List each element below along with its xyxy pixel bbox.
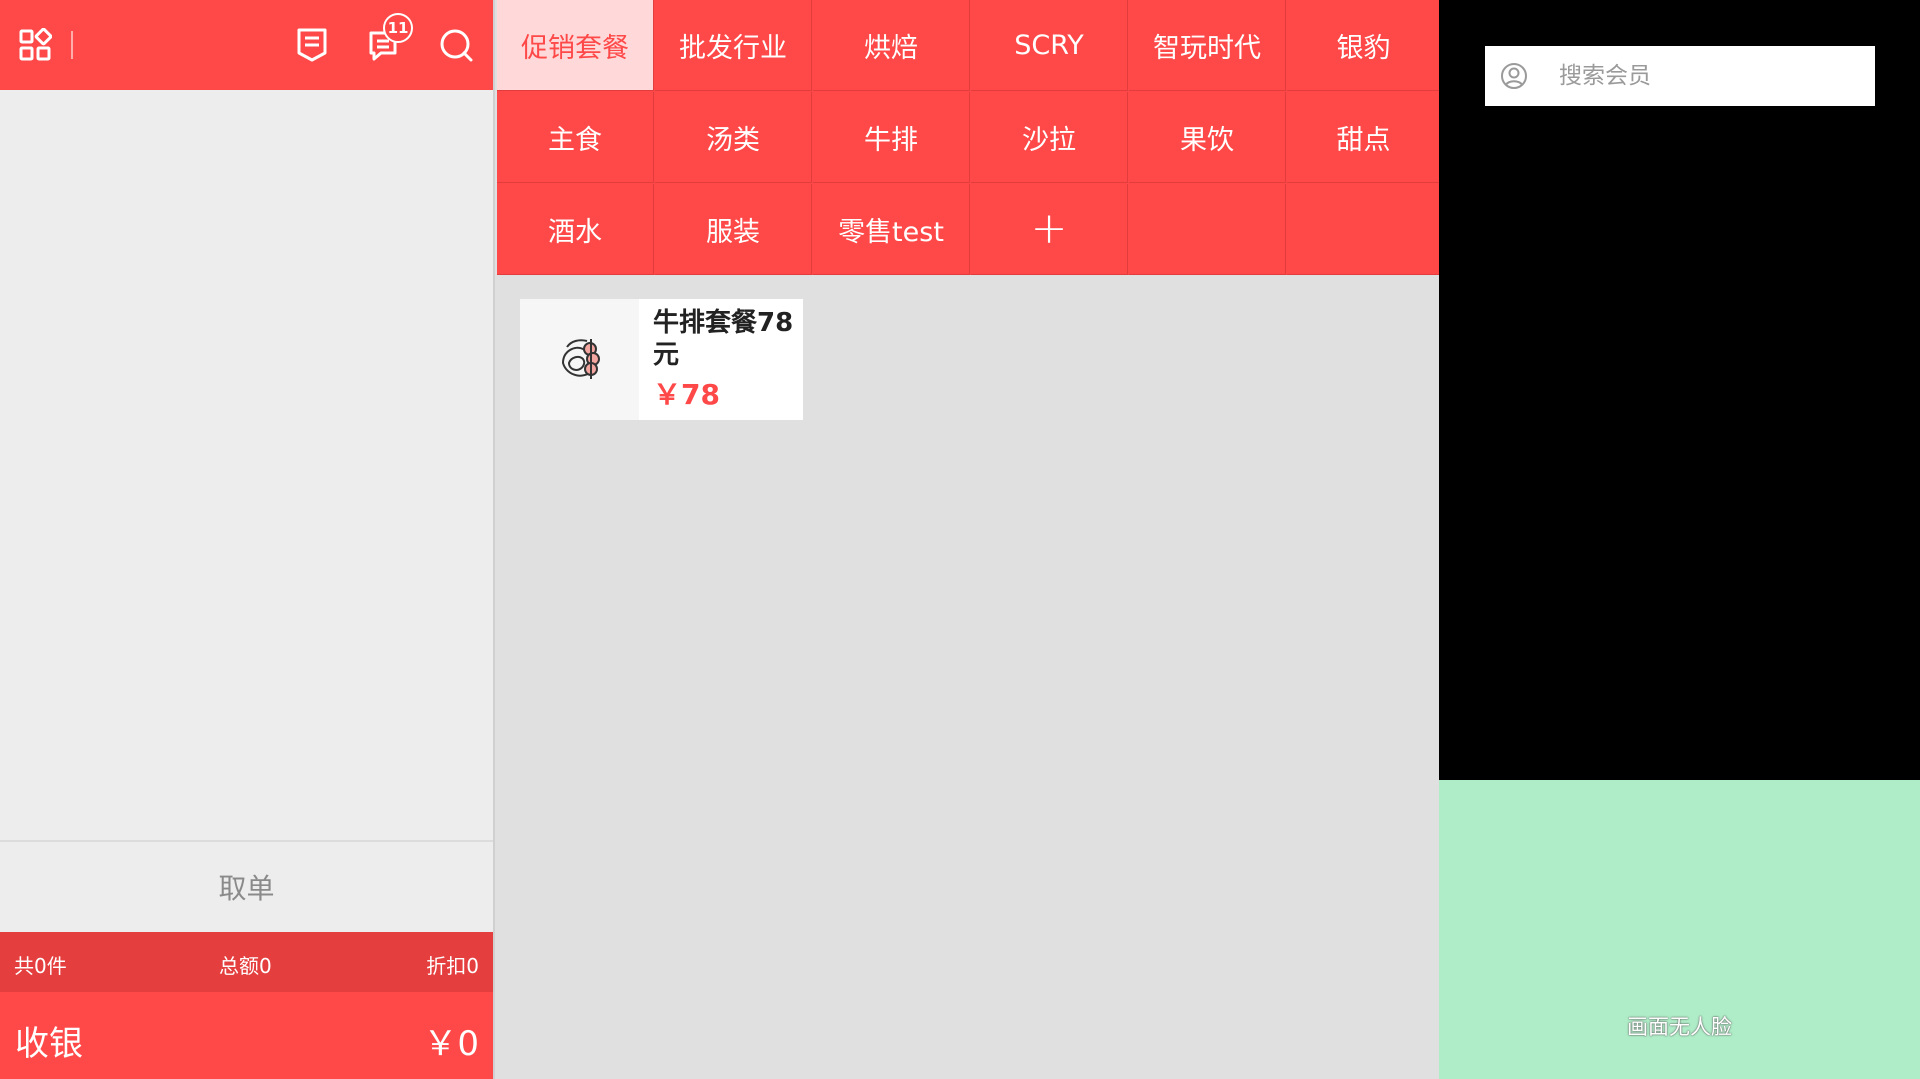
apps-grid-icon[interactable] [14,24,56,66]
user-icon [1501,63,1527,89]
checkout-button[interactable]: 收银 ￥0 [0,992,493,1079]
take-order-button[interactable]: 取单 [0,840,493,932]
category-yinbao[interactable]: 银豹 [1287,0,1441,91]
category-wholesale[interactable]: 批发行业 [655,0,812,91]
category-dessert[interactable]: 甜点 [1287,92,1441,183]
product-name: 牛排套餐78元 [653,308,794,370]
search-icon[interactable] [435,24,477,66]
category-soup[interactable]: 汤类 [655,92,812,183]
notification-badge: 11 [383,13,413,43]
category-zhiwan[interactable]: 智玩时代 [1129,0,1286,91]
category-salad[interactable]: 沙拉 [971,92,1128,183]
category-promo-set[interactable]: 促销套餐 [497,0,654,91]
product-panel: 促销套餐 批发行业 烘焙 SCRY 智玩时代 银豹 主食 汤类 牛排 沙拉 果饮… [493,0,1441,1079]
discount-amount: 折扣0 [426,954,479,978]
product-price: ￥78 [653,378,720,411]
face-status-text: 画面无人脸 [1627,1015,1732,1039]
category-empty-slot [1287,184,1441,275]
checkout-label: 收银 [15,1024,83,1064]
order-panel: 11 取单 共0件 总额0 折扣0 收银 ￥0 [0,0,493,1079]
category-retail-test[interactable]: 零售test [813,184,970,275]
product-card[interactable]: 牛排套餐78元 ￥78 [520,299,803,420]
order-toolbar: 11 [0,0,493,90]
plus-icon: + [1030,203,1068,254]
order-list-icon[interactable] [291,24,333,66]
add-category-button[interactable]: + [971,184,1128,275]
total-amount: 总额0 [219,954,272,978]
category-steak[interactable]: 牛排 [813,92,970,183]
customer-panel: 画面无人脸 [1439,0,1920,1079]
checkout-amount: ￥0 [423,1024,479,1064]
order-summary: 共0件 总额0 折扣0 [0,932,493,992]
category-bakery[interactable]: 烘焙 [813,0,970,91]
category-empty-slot [1129,184,1286,275]
member-search-input[interactable] [1559,63,1859,89]
cart-list [0,90,493,840]
category-scry[interactable]: SCRY [971,0,1128,91]
category-staple[interactable]: 主食 [497,92,654,183]
category-liquor[interactable]: 酒水 [497,184,654,275]
category-drinks[interactable]: 果饮 [1129,92,1286,183]
item-count: 共0件 [14,954,67,978]
steak-meal-icon [520,299,639,420]
member-search-box[interactable] [1485,46,1875,106]
toolbar-divider [71,31,73,59]
category-grid: 促销套餐 批发行业 烘焙 SCRY 智玩时代 银豹 主食 汤类 牛排 沙拉 果饮… [497,0,1441,275]
category-clothing[interactable]: 服装 [655,184,812,275]
